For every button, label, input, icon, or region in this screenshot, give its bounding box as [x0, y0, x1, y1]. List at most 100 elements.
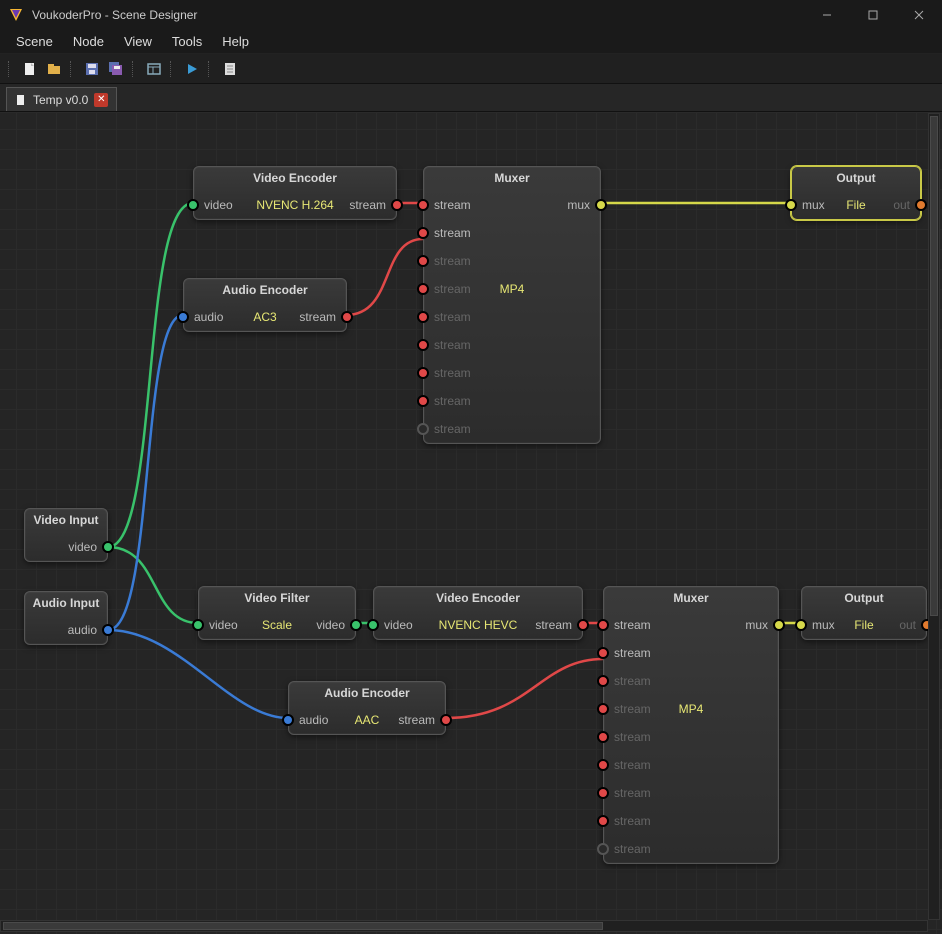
port-label: stream	[434, 422, 471, 436]
port-stream-out[interactable]	[341, 311, 353, 323]
port-row: audio	[25, 616, 107, 644]
port-stream-in[interactable]	[417, 423, 429, 435]
port-video-in[interactable]	[367, 619, 379, 631]
new-scene-button[interactable]	[20, 59, 40, 79]
port-label: stream	[614, 646, 651, 660]
port-audio-out[interactable]	[102, 624, 114, 636]
node-video-encoder-1[interactable]: Video Encoder video NVENC H.264 stream	[193, 166, 397, 220]
toolbar-separator	[70, 61, 76, 77]
port-label: video	[209, 618, 238, 632]
menu-node[interactable]: Node	[63, 31, 114, 52]
port-row: video NVENC H.264 stream	[194, 191, 396, 219]
port-row: stream	[424, 415, 600, 443]
port-stream-in[interactable]	[417, 255, 429, 267]
port-stream-in[interactable]	[597, 815, 609, 827]
port-label: stream	[434, 366, 471, 380]
port-stream-in[interactable]	[597, 619, 609, 631]
scrollbar-thumb[interactable]	[930, 116, 938, 616]
port-video-out[interactable]	[350, 619, 362, 631]
port-stream-in[interactable]	[417, 199, 429, 211]
maximize-button[interactable]	[850, 0, 896, 30]
port-label: mux	[812, 618, 835, 632]
port-label: video	[384, 618, 413, 632]
toolbar	[0, 54, 942, 84]
port-mux-in[interactable]	[795, 619, 807, 631]
minimize-button[interactable]	[804, 0, 850, 30]
scrollbar-thumb[interactable]	[3, 922, 603, 930]
log-button[interactable]	[220, 59, 240, 79]
node-title: Output	[802, 587, 926, 611]
port-stream-in[interactable]	[597, 787, 609, 799]
node-audio-input[interactable]: Audio Input audio	[24, 591, 108, 645]
port-row: stream	[604, 723, 778, 751]
node-audio-encoder-2[interactable]: Audio Encoder audio AAC stream	[288, 681, 446, 735]
port-label: video	[68, 540, 97, 554]
port-mux-out[interactable]	[595, 199, 607, 211]
port-stream-out[interactable]	[391, 199, 403, 211]
node-video-encoder-2[interactable]: Video Encoder video NVENC HEVC stream	[373, 586, 583, 640]
app-logo-icon	[8, 7, 24, 23]
port-stream-in[interactable]	[417, 311, 429, 323]
port-row: stream	[604, 779, 778, 807]
port-row: stream	[604, 751, 778, 779]
port-stream-in[interactable]	[597, 731, 609, 743]
document-tab[interactable]: Temp v0.0 ✕	[6, 87, 117, 111]
node-audio-encoder-1[interactable]: Audio Encoder audio AC3 stream	[183, 278, 347, 332]
port-stream-in[interactable]	[597, 759, 609, 771]
port-mux-out[interactable]	[773, 619, 785, 631]
port-row: stream	[604, 835, 778, 863]
menu-help[interactable]: Help	[212, 31, 259, 52]
port-stream-in[interactable]	[417, 339, 429, 351]
node-muxer-1[interactable]: Muxer stream mux stream stream stream MP…	[423, 166, 601, 444]
port-row: stream	[604, 639, 778, 667]
close-button[interactable]	[896, 0, 942, 30]
port-video-in[interactable]	[187, 199, 199, 211]
port-stream-out[interactable]	[440, 714, 452, 726]
port-row: mux File out	[792, 191, 920, 219]
layout-button[interactable]	[144, 59, 164, 79]
node-value: AC3	[253, 310, 276, 324]
menu-scene[interactable]: Scene	[6, 31, 63, 52]
horizontal-scrollbar[interactable]	[0, 920, 928, 932]
menu-tools[interactable]: Tools	[162, 31, 212, 52]
port-row: stream	[604, 667, 778, 695]
port-stream-in[interactable]	[417, 395, 429, 407]
port-stream-in[interactable]	[597, 843, 609, 855]
open-scene-button[interactable]	[44, 59, 64, 79]
node-video-input[interactable]: Video Input video	[24, 508, 108, 562]
port-audio-in[interactable]	[282, 714, 294, 726]
port-row: stream	[424, 359, 600, 387]
node-output-1[interactable]: Output mux File out	[791, 166, 921, 220]
menu-view[interactable]: View	[114, 31, 162, 52]
port-video-out[interactable]	[102, 541, 114, 553]
port-row: mux File out	[802, 611, 926, 639]
port-label: audio	[299, 713, 328, 727]
vertical-scrollbar[interactable]	[928, 113, 940, 920]
port-row: stream	[424, 247, 600, 275]
port-stream-in[interactable]	[417, 227, 429, 239]
port-label: out	[899, 618, 916, 632]
canvas-area[interactable]: Video Input video Audio Input audio Vide…	[0, 112, 942, 934]
port-row: stream	[604, 807, 778, 835]
port-stream-in[interactable]	[417, 367, 429, 379]
port-out[interactable]	[915, 199, 927, 211]
port-audio-in[interactable]	[177, 311, 189, 323]
node-muxer-2[interactable]: Muxer stream mux stream stream stream MP…	[603, 586, 779, 864]
node-video-filter[interactable]: Video Filter video Scale video	[198, 586, 356, 640]
run-button[interactable]	[182, 59, 202, 79]
port-label: stream	[434, 198, 471, 212]
port-label: stream	[614, 814, 651, 828]
port-stream-in[interactable]	[597, 675, 609, 687]
port-label: stream	[614, 758, 651, 772]
port-video-in[interactable]	[192, 619, 204, 631]
port-stream-out[interactable]	[577, 619, 589, 631]
save-button[interactable]	[82, 59, 102, 79]
save-all-button[interactable]	[106, 59, 126, 79]
tab-close-button[interactable]: ✕	[94, 93, 108, 107]
port-label: stream	[434, 338, 471, 352]
port-stream-in[interactable]	[597, 647, 609, 659]
node-title: Video Encoder	[194, 167, 396, 191]
node-output-2[interactable]: Output mux File out	[801, 586, 927, 640]
port-label: audio	[68, 623, 97, 637]
port-mux-in[interactable]	[785, 199, 797, 211]
